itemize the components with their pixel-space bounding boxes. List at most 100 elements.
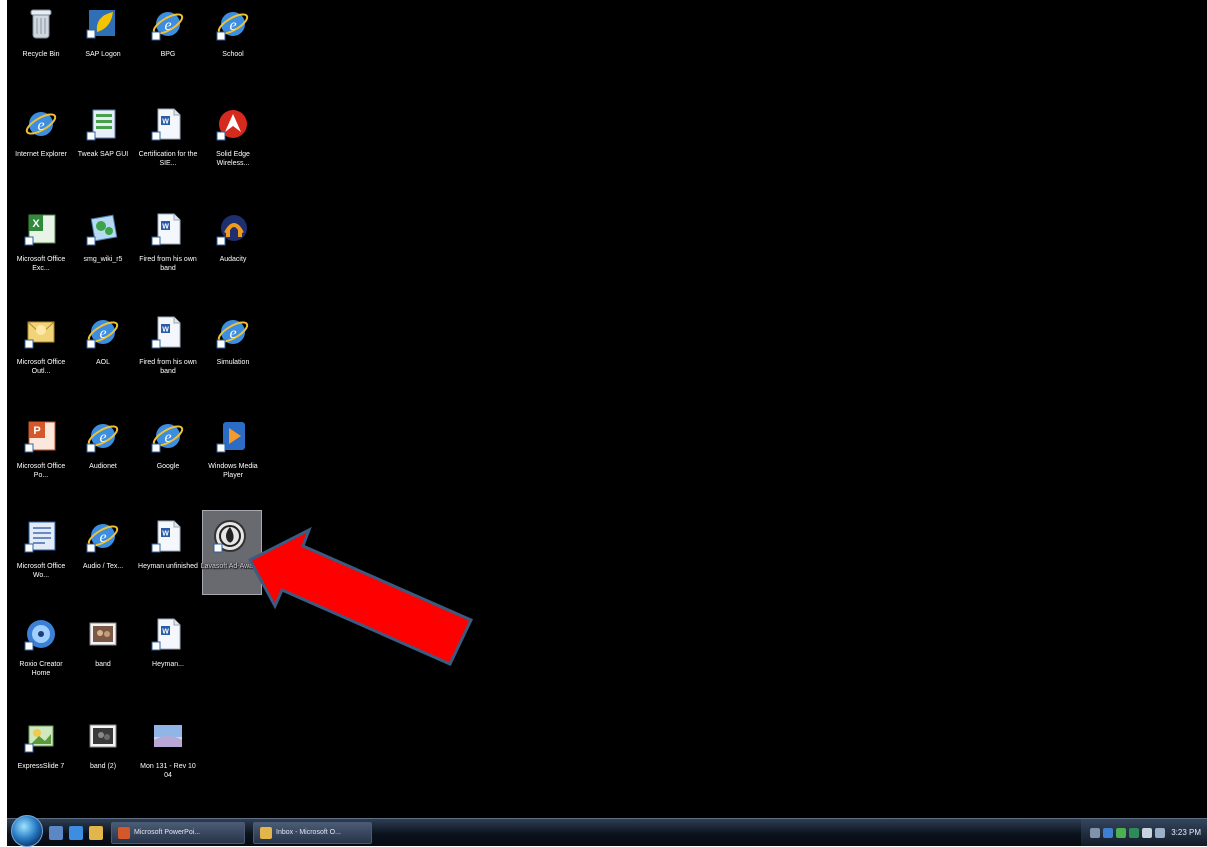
ie-shortcut-icon: e — [215, 314, 251, 350]
svg-text:e: e — [229, 325, 236, 342]
svg-text:e: e — [164, 429, 171, 446]
ie-shortcut-icon: e — [85, 314, 121, 350]
desktop-icon-label: Lavasoft Ad-Aware — [200, 563, 260, 570]
desktop-icon-windows-media-player[interactable]: Windows Media Player — [202, 412, 264, 500]
desktop-icon-label: Windows Media Player — [208, 463, 258, 479]
desktop-icon-audacity[interactable]: Audacity — [202, 205, 264, 293]
taskbar-button-label: Microsoft PowerPoi... — [134, 829, 201, 836]
image-icon — [85, 616, 121, 652]
word-document-icon: W — [150, 106, 186, 142]
desktop-icon-label: Internet Explorer — [15, 151, 67, 158]
desktop-icon-school[interactable]: e School — [202, 0, 264, 88]
antivirus-icon[interactable] — [1129, 827, 1140, 838]
svg-text:W: W — [162, 531, 169, 538]
network-icon[interactable] — [1103, 827, 1114, 838]
word-document-icon: W — [150, 211, 186, 247]
desktop-icon-label: Audacity — [219, 256, 247, 263]
svg-text:W: W — [162, 629, 169, 636]
image-icon — [85, 718, 121, 754]
desktop-icon-recycle-bin[interactable]: Recycle Bin — [10, 0, 72, 88]
desktop-icon-label: SAP Logon — [85, 51, 121, 58]
desktop-icon-label: Heyman... — [152, 661, 184, 668]
desktop-icon-label: ExpressSlide 7 — [17, 763, 65, 770]
desktop-icon-simulation[interactable]: e Simulation — [202, 308, 264, 396]
desktop-icon-fired-from-band-2[interactable]: W Fired from his own band — [137, 308, 199, 396]
show-desktop-icon[interactable] — [49, 825, 63, 840]
system-tray: 3:23 PM — [1081, 819, 1207, 846]
word-icon — [23, 518, 59, 554]
tray-arrow-icon[interactable] — [1090, 827, 1101, 838]
svg-text:e: e — [99, 529, 106, 546]
taskbar-clock[interactable]: 3:23 PM — [1171, 828, 1201, 837]
desktop-icon-label: Heyman unfinished — [138, 563, 198, 570]
media-player-icon — [215, 418, 251, 454]
desktop-icon-google[interactable]: e Google — [137, 412, 199, 500]
svg-text:P: P — [33, 425, 40, 437]
desktop-icon-label: Fired from his own band — [139, 256, 197, 272]
svg-text:e: e — [37, 117, 44, 134]
excel-icon: X — [23, 211, 59, 247]
internet-explorer-quicklaunch-icon[interactable] — [69, 825, 83, 840]
desktop-icon-label: Audio / Tex... — [82, 563, 124, 570]
desktop-icon-mon-131[interactable]: Mon 131 - Rev 10 04 — [137, 712, 199, 800]
desktop-icon-ad-aware[interactable]: Lavasoft Ad-Aware — [199, 500, 262, 595]
powerpoint-icon: P — [23, 418, 59, 454]
taskbar-button-outlook[interactable]: Inbox - Microsoft O... — [253, 821, 372, 844]
volume-icon[interactable] — [1155, 827, 1166, 838]
desktop-icon-band-2[interactable]: band (2) — [72, 712, 134, 800]
desktop-icon-label: Solid Edge Wireless... — [216, 151, 250, 167]
desktop-icon-label: Recycle Bin — [22, 51, 60, 58]
desktop-icon-aol[interactable]: e AOL — [72, 308, 134, 396]
desktop-icon-expressslide[interactable]: ExpressSlide 7 — [10, 712, 72, 800]
internet-explorer-icon: e — [23, 106, 59, 142]
desktop-icon-heyman-unfinished[interactable]: W Heyman unfinished — [137, 512, 199, 600]
ie-shortcut-icon: e — [150, 418, 186, 454]
svg-text:W: W — [162, 119, 169, 126]
ie-shortcut-icon: e — [150, 6, 186, 42]
desktop: Recycle Bin SAP Logon e BPG e School e I… — [7, 0, 1207, 818]
security-icon[interactable] — [1116, 827, 1127, 838]
desktop-icon-powerpoint[interactable]: P Microsoft Office Po... — [10, 412, 72, 500]
start-button[interactable] — [11, 814, 43, 847]
program-icon — [85, 211, 121, 247]
desktop-icon-heyman[interactable]: W Heyman... — [137, 610, 199, 698]
desktop-icon-roxio[interactable]: Roxio Creator Home — [10, 610, 72, 698]
svg-text:e: e — [99, 325, 106, 342]
taskbar-button-powerpoint[interactable]: Microsoft PowerPoi... — [111, 821, 245, 844]
desktop-icon-label: Certification for the SIE... — [138, 151, 198, 167]
ie-shortcut-icon: e — [85, 418, 121, 454]
desktop-icon-label: band (2) — [89, 763, 117, 770]
desktop-icon-fired-from-band[interactable]: W Fired from his own band — [137, 205, 199, 293]
desktop-icon-internet-explorer[interactable]: e Internet Explorer — [10, 100, 72, 188]
powerpoint-icon — [118, 826, 130, 839]
outlook-icon — [23, 314, 59, 350]
desktop-icon-outlook[interactable]: Microsoft Office Outl... — [10, 308, 72, 396]
desktop-icon-smg-wiki[interactable]: smg_wiki_r5 — [72, 205, 134, 293]
desktop-icon-label: BPG — [160, 51, 176, 58]
word-document-icon: W — [150, 314, 186, 350]
desktop-icon-label: Roxio Creator Home — [19, 661, 63, 677]
desktop-icon-tweak-sap-gui[interactable]: Tweak SAP GUI — [72, 100, 134, 188]
roxio-icon — [23, 616, 59, 652]
desktop-icon-solid-edge[interactable]: Solid Edge Wireless... — [202, 100, 264, 188]
desktop-icon-sap-logon[interactable]: SAP Logon — [72, 0, 134, 88]
update-icon[interactable] — [1142, 827, 1153, 838]
solid-edge-icon — [215, 106, 251, 142]
desktop-icon-excel[interactable]: X Microsoft Office Exc... — [10, 205, 72, 293]
desktop-icon-band[interactable]: band — [72, 610, 134, 698]
desktop-icon-bpg[interactable]: e BPG — [137, 0, 199, 88]
desktop-icon-certification[interactable]: W Certification for the SIE... — [137, 100, 199, 188]
desktop-icon-label: Microsoft Office Outl... — [16, 359, 66, 375]
desktop-icon-audionet[interactable]: e Audionet — [72, 412, 134, 500]
audacity-icon — [215, 211, 251, 247]
desktop-icon-label: School — [222, 51, 244, 58]
ad-aware-icon — [212, 518, 248, 554]
word-document-icon: W — [150, 616, 186, 652]
taskbar: Microsoft PowerPoi... Inbox - Microsoft … — [7, 814, 1207, 847]
desktop-icon-word[interactable]: Microsoft Office Wo... — [10, 512, 72, 600]
expressslide-icon — [23, 718, 59, 754]
svg-text:e: e — [229, 17, 236, 34]
outlook-quicklaunch-icon[interactable] — [89, 825, 103, 840]
desktop-icon-audio-tex[interactable]: e Audio / Tex... — [72, 512, 134, 600]
desktop-icon-label: Microsoft Office Exc... — [16, 256, 66, 272]
